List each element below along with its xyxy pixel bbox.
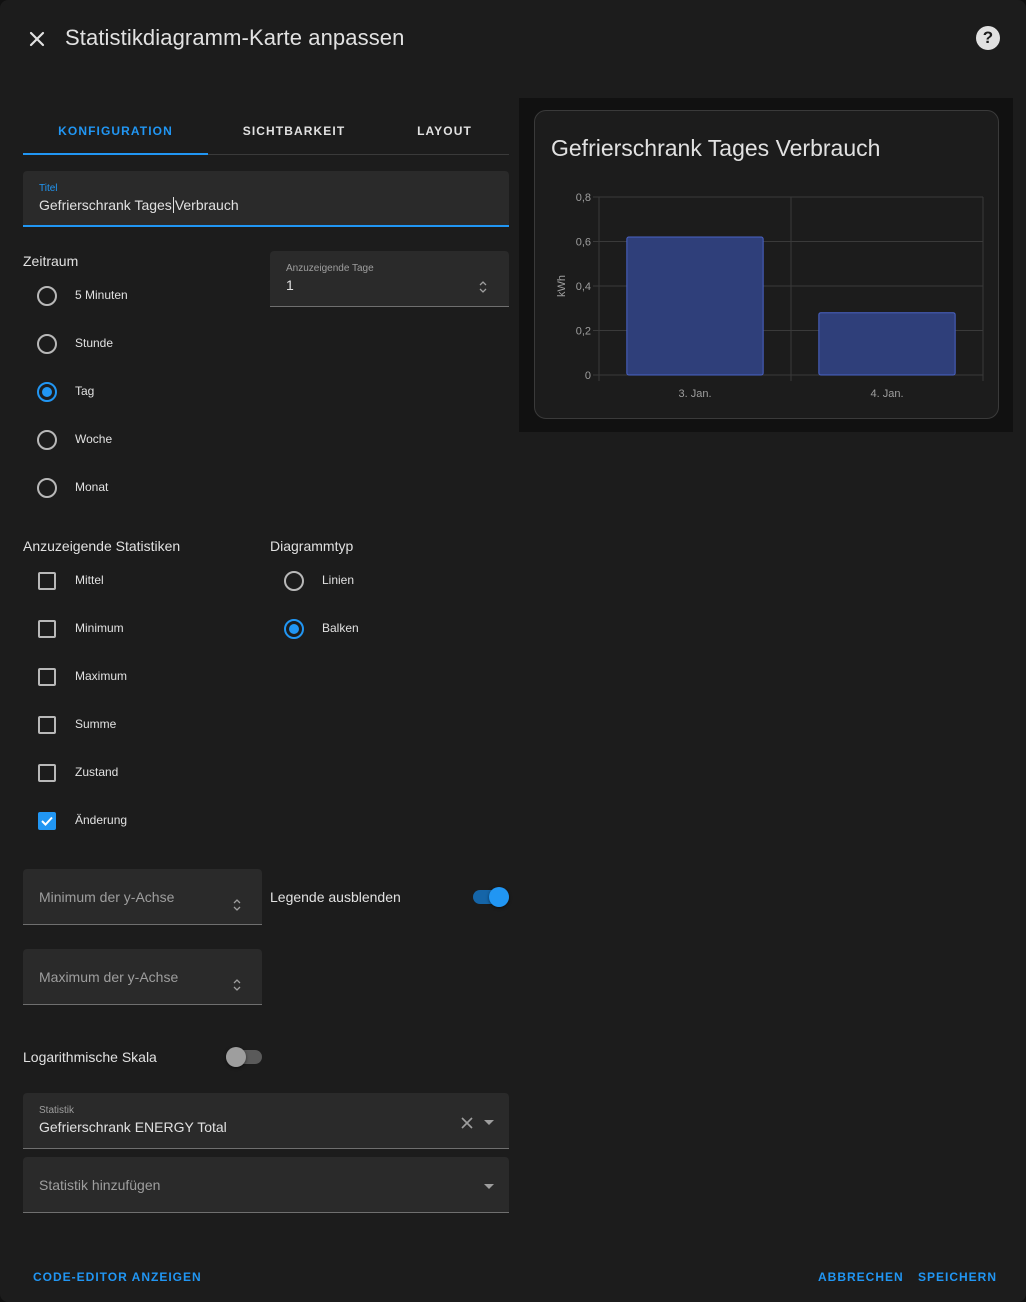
title-field-value: Gefrierschrank Tages Verbrauch xyxy=(39,197,239,213)
active-tab-indicator xyxy=(23,153,208,155)
days-field-label: Anzuzeigende Tage xyxy=(286,263,374,274)
chart-type-label: Diagrammtyp xyxy=(270,538,354,554)
stepper-icon[interactable] xyxy=(231,896,243,914)
log-scale-label: Logarithmische Skala xyxy=(23,1049,157,1065)
bar-chart: 0 0,2 0,4 0,6 0,8 kWh 3. Jan. 4. Jan. xyxy=(556,192,984,400)
stat-option-max[interactable]: Maximum xyxy=(23,653,253,701)
y-min-placeholder: Minimum der y-Achse xyxy=(39,889,175,905)
y-axis-min-field[interactable]: Minimum der y-Achse xyxy=(23,869,262,925)
stat-types-label: Anzuzeigende Statistiken xyxy=(23,538,181,554)
option-label: Monat xyxy=(75,480,109,494)
stepper-icon[interactable] xyxy=(477,278,489,296)
stat-option-min[interactable]: Minimum xyxy=(23,605,253,653)
stat-option-state[interactable]: Zustand xyxy=(23,749,253,797)
statistic-select[interactable]: Statistik Gefrierschrank ENERGY Total xyxy=(23,1093,509,1149)
days-to-show-field[interactable]: Anzuzeigende Tage 1 xyxy=(270,251,509,307)
checkbox[interactable] xyxy=(38,716,56,734)
option-label: Minimum xyxy=(75,621,124,635)
dialog-title: Statistikdiagramm-Karte anpassen xyxy=(65,25,405,50)
editor-tabs: KONFIGURATION SICHTBARKEIT LAYOUT xyxy=(23,108,509,155)
period-option-month[interactable]: Monat xyxy=(23,464,253,512)
switch-thumb xyxy=(226,1047,246,1067)
period-option-5min[interactable]: 5 Minuten xyxy=(23,272,253,320)
statistic-value: Gefrierschrank ENERGY Total xyxy=(39,1119,227,1135)
checkbox[interactable] xyxy=(38,620,56,638)
checkbox[interactable] xyxy=(38,668,56,686)
x-tick-label: 4. Jan. xyxy=(870,388,903,400)
radio-button[interactable] xyxy=(37,430,57,450)
period-option-hour[interactable]: Stunde xyxy=(23,320,253,368)
checkbox[interactable] xyxy=(38,764,56,782)
y-tick-label: 0,6 xyxy=(576,237,591,249)
option-label: Tag xyxy=(75,384,95,398)
save-button[interactable]: SPEICHERN xyxy=(918,1270,997,1284)
radio-button[interactable] xyxy=(37,478,57,498)
check-icon xyxy=(41,816,53,826)
y-axis-label: kWh xyxy=(556,275,568,297)
clear-icon[interactable] xyxy=(457,1113,477,1138)
switch-thumb xyxy=(489,887,509,907)
stat-option-sum[interactable]: Summe xyxy=(23,701,253,749)
option-label: Summe xyxy=(75,717,117,731)
hide-legend-switch[interactable] xyxy=(473,887,509,907)
tab-configuration[interactable]: KONFIGURATION xyxy=(23,108,208,154)
help-icon[interactable]: ? xyxy=(976,26,1000,50)
y-tick-label: 0 xyxy=(585,370,591,382)
dialog-header: Statistikdiagramm-Karte anpassen ? xyxy=(0,0,1026,68)
title-field-label: Titel xyxy=(39,183,58,194)
bar xyxy=(626,236,764,376)
period-label: Zeitraum xyxy=(23,253,79,269)
radio-button[interactable] xyxy=(284,619,304,639)
chart-type-line[interactable]: Linien xyxy=(270,557,509,605)
checkbox[interactable] xyxy=(38,572,56,590)
option-label: Linien xyxy=(322,573,355,587)
chart-type-bar[interactable]: Balken xyxy=(270,605,509,653)
y-tick-label: 0,4 xyxy=(576,281,591,293)
option-label: Stunde xyxy=(75,336,114,350)
chevron-down-icon[interactable] xyxy=(479,1176,499,1201)
y-max-placeholder: Maximum der y-Achse xyxy=(39,969,179,985)
chevron-down-icon[interactable] xyxy=(479,1112,499,1137)
y-tick-label: 0,8 xyxy=(576,192,591,204)
option-label: Mittel xyxy=(75,573,104,587)
tab-layout[interactable]: LAYOUT xyxy=(380,108,509,154)
tab-visibility[interactable]: SICHTBARKEIT xyxy=(208,108,380,154)
period-option-day[interactable]: Tag xyxy=(23,368,253,416)
add-statistic-placeholder: Statistik hinzufügen xyxy=(39,1177,161,1193)
log-scale-switch[interactable] xyxy=(226,1047,262,1067)
option-label: Zustand xyxy=(75,765,119,779)
days-field-value: 1 xyxy=(286,277,294,293)
option-label: 5 Minuten xyxy=(75,288,128,302)
option-label: Änderung xyxy=(75,813,128,827)
text-caret xyxy=(172,197,174,213)
checkbox[interactable] xyxy=(38,812,56,830)
radio-button[interactable] xyxy=(37,334,57,354)
radio-button[interactable] xyxy=(284,571,304,591)
radio-button[interactable] xyxy=(37,286,57,306)
stat-option-mean[interactable]: Mittel xyxy=(23,557,253,605)
cancel-button[interactable]: ABBRECHEN xyxy=(818,1270,904,1284)
statistic-label: Statistik xyxy=(39,1105,75,1116)
x-tick-label: 3. Jan. xyxy=(678,388,711,400)
y-tick-label: 0,2 xyxy=(576,326,591,338)
statistics-graph-card: Gefrierschrank Tages Verbrauch 0 0,2 0,4 0,… xyxy=(534,110,999,419)
title-field[interactable]: Titel Gefrierschrank Tages Verbrauch xyxy=(23,171,509,227)
bar xyxy=(818,312,956,376)
edit-card-dialog: Statistikdiagramm-Karte anpassen ? KONFI… xyxy=(0,0,1026,1302)
y-axis-max-field[interactable]: Maximum der y-Achse xyxy=(23,949,262,1005)
close-icon[interactable] xyxy=(20,22,54,56)
option-label: Woche xyxy=(75,432,113,446)
hide-legend-label: Legende ausblenden xyxy=(270,889,401,905)
add-statistic-select[interactable]: Statistik hinzufügen xyxy=(23,1157,509,1213)
show-code-editor-button[interactable]: CODE-EDITOR ANZEIGEN xyxy=(33,1270,202,1284)
stat-option-change[interactable]: Änderung xyxy=(23,797,253,845)
radio-button[interactable] xyxy=(37,382,57,402)
period-option-week[interactable]: Woche xyxy=(23,416,253,464)
option-label: Balken xyxy=(322,621,359,635)
stepper-icon[interactable] xyxy=(231,976,243,994)
option-label: Maximum xyxy=(75,669,128,683)
